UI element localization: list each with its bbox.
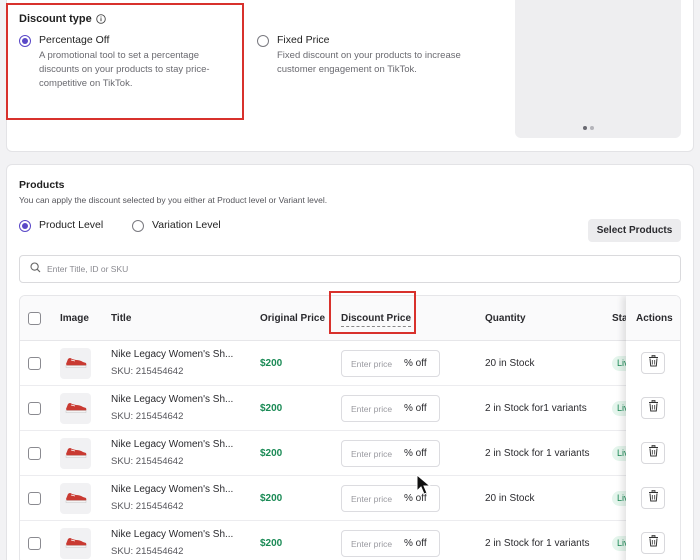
quantity-value: 2 in Stock for1 variants <box>485 403 587 414</box>
table-row: Nike Legacy Women's Sh... SKU: 215454642… <box>20 476 680 521</box>
percentage-off-highlight <box>6 3 244 120</box>
quantity-value: 2 in Stock for 1 variants <box>485 538 590 549</box>
discount-price-field[interactable]: % off <box>341 530 440 557</box>
trash-icon <box>648 399 659 417</box>
discount-price-input[interactable] <box>342 538 404 549</box>
original-price: $200 <box>260 538 283 549</box>
select-all-checkbox[interactable] <box>28 312 41 325</box>
product-level-label: Product Level <box>39 219 104 231</box>
product-image <box>60 483 91 514</box>
product-image <box>60 393 91 424</box>
delete-row-button[interactable] <box>641 532 665 554</box>
row-checkbox[interactable] <box>28 402 41 415</box>
product-title: Nike Legacy Women's Sh... <box>111 484 234 495</box>
discount-price-field[interactable]: % off <box>341 350 440 377</box>
percent-off-suffix: % off <box>404 448 427 459</box>
trash-icon <box>648 444 659 462</box>
row-checkbox[interactable] <box>28 357 41 370</box>
sneaker-icon <box>64 488 88 509</box>
product-image <box>60 348 91 379</box>
table-row: Nike Legacy Women's Sh... SKU: 215454642… <box>20 386 680 431</box>
trash-icon <box>648 354 659 372</box>
product-image <box>60 438 91 469</box>
column-quantity: Quantity <box>485 313 526 324</box>
row-checkbox[interactable] <box>28 447 41 460</box>
column-actions: Actions <box>636 313 673 324</box>
row-checkbox[interactable] <box>28 492 41 505</box>
product-sku: SKU: 215454642 <box>111 411 184 422</box>
original-price: $200 <box>260 493 283 504</box>
fixed-price-radio[interactable] <box>257 35 269 47</box>
search-input[interactable] <box>47 264 647 274</box>
product-level-radio[interactable] <box>19 220 31 232</box>
product-sku: SKU: 215454642 <box>111 546 184 557</box>
row-checkbox[interactable] <box>28 537 41 550</box>
product-title: Nike Legacy Women's Sh... <box>111 394 234 405</box>
carousel-dots[interactable] <box>583 126 594 130</box>
sneaker-icon <box>64 443 88 464</box>
sneaker-icon <box>64 533 88 554</box>
discount-price-input[interactable] <box>342 403 404 414</box>
quantity-value: 20 in Stock <box>485 358 535 369</box>
column-image: Image <box>60 313 89 324</box>
sneaker-icon <box>64 353 88 374</box>
column-title: Title <box>111 313 132 324</box>
fixed-price-description: Fixed discount on your products to incre… <box>277 50 461 75</box>
search-bar[interactable] <box>19 255 681 283</box>
variation-level-radio[interactable] <box>132 220 144 232</box>
original-price: $200 <box>260 403 283 414</box>
discount-price-field[interactable]: % off <box>341 440 440 467</box>
search-icon <box>30 260 41 278</box>
trash-icon <box>648 534 659 552</box>
product-image <box>60 528 91 559</box>
option-product-level[interactable]: Product Level <box>19 219 103 232</box>
percent-off-suffix: % off <box>404 403 427 414</box>
percent-off-suffix: % off <box>404 358 427 369</box>
delete-row-button[interactable] <box>641 442 665 464</box>
quantity-value: 2 in Stock for 1 variants <box>485 448 590 459</box>
mouse-cursor-icon <box>416 473 434 501</box>
product-sku: SKU: 215454642 <box>111 366 184 377</box>
discount-price-input[interactable] <box>342 493 404 504</box>
product-title: Nike Legacy Women's Sh... <box>111 439 234 450</box>
table-row: Nike Legacy Women's Sh... SKU: 215454642… <box>20 521 680 560</box>
quantity-value: 20 in Stock <box>485 493 535 504</box>
sneaker-icon <box>64 398 88 419</box>
actions-header: Actions <box>626 296 680 341</box>
trash-icon <box>648 489 659 507</box>
products-title: Products <box>19 179 65 191</box>
discount-price-input[interactable] <box>342 358 404 369</box>
preview-panel <box>515 0 681 138</box>
product-title: Nike Legacy Women's Sh... <box>111 529 234 540</box>
delete-row-button[interactable] <box>641 397 665 419</box>
delete-row-button[interactable] <box>641 352 665 374</box>
carousel-dot[interactable] <box>583 126 587 130</box>
column-original-price: Original Price <box>260 313 326 324</box>
select-products-button[interactable]: Select Products <box>588 219 681 242</box>
discount-price-field[interactable]: % off <box>341 395 440 422</box>
products-table: Image Title Original Price Discount Pric… <box>19 295 681 560</box>
option-variation-level[interactable]: Variation Level <box>132 219 221 232</box>
discount-price-highlight <box>329 291 416 334</box>
option-fixed-price[interactable]: Fixed Price Fixed discount on your produ… <box>257 34 497 77</box>
product-sku: SKU: 215454642 <box>111 456 184 467</box>
products-subtitle: You can apply the discount selected by y… <box>19 195 328 205</box>
percent-off-suffix: % off <box>404 538 427 549</box>
original-price: $200 <box>260 448 283 459</box>
table-row: Nike Legacy Women's Sh... SKU: 215454642… <box>20 341 680 386</box>
delete-row-button[interactable] <box>641 487 665 509</box>
actions-column: Actions <box>626 296 680 560</box>
product-sku: SKU: 215454642 <box>111 501 184 512</box>
original-price: $200 <box>260 358 283 369</box>
fixed-price-label: Fixed Price <box>277 34 330 46</box>
product-title: Nike Legacy Women's Sh... <box>111 349 234 360</box>
variation-level-label: Variation Level <box>152 219 221 231</box>
carousel-dot[interactable] <box>590 126 594 130</box>
table-row: Nike Legacy Women's Sh... SKU: 215454642… <box>20 431 680 476</box>
discount-price-input[interactable] <box>342 448 404 459</box>
